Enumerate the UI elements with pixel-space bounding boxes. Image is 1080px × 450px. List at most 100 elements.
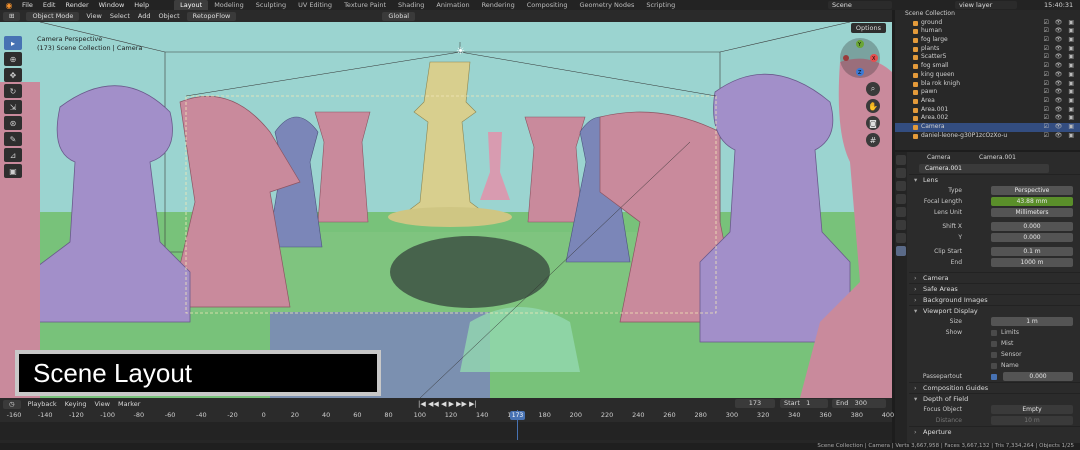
shift-x-field[interactable]: 0.000 — [991, 222, 1073, 231]
aperture-section[interactable]: › Aperture — [909, 426, 1080, 437]
viewport-display-section[interactable]: ▾ Viewport Display — [909, 305, 1080, 316]
lens-type-dropdown[interactable]: Perspective — [991, 186, 1073, 195]
scene-collection-header[interactable]: Scene Collection — [895, 10, 1080, 19]
world-tab-icon[interactable] — [896, 207, 906, 217]
visibility-toggle-icons[interactable]: ☑ 👁 ▣ — [1044, 19, 1076, 28]
background-images-section[interactable]: › Background Images — [909, 294, 1080, 305]
focus-object-field[interactable]: Empty — [991, 405, 1073, 414]
tab-animation[interactable]: Animation — [430, 0, 475, 10]
navigation-gizmo[interactable]: Y X Z — [838, 36, 882, 80]
constraints-tab-icon[interactable] — [896, 233, 906, 243]
lens-unit-dropdown[interactable]: Millimeters — [991, 208, 1073, 217]
visibility-toggle-icons[interactable]: ☑ 👁 ▣ — [1044, 36, 1076, 45]
ortho-grid-icon[interactable]: # — [866, 133, 880, 147]
camera-datablock-field[interactable]: Camera.001 — [919, 164, 1049, 173]
blender-logo-icon[interactable]: ◉ — [4, 1, 14, 10]
visibility-toggle-icons[interactable]: ☑ 👁 ▣ — [1044, 53, 1076, 62]
outliner-item[interactable]: fog large ☑ 👁 ▣ — [895, 36, 1080, 45]
transform-orientation-dropdown[interactable]: Global — [382, 11, 416, 21]
scene-tab-icon[interactable] — [896, 194, 906, 204]
cursor-tool-icon[interactable]: ⊕ — [4, 52, 22, 66]
camera-section[interactable]: › Camera — [909, 272, 1080, 283]
tab-texture-paint[interactable]: Texture Paint — [338, 0, 392, 10]
outliner-item[interactable]: Camera ☑ 👁 ▣ — [895, 122, 1080, 132]
annotate-tool-icon[interactable]: ✎ — [4, 132, 22, 146]
limits-checkbox[interactable] — [991, 330, 997, 336]
tab-shading[interactable]: Shading — [392, 0, 430, 10]
scale-tool-icon[interactable]: ⇲ — [4, 100, 22, 114]
tab-modeling[interactable]: Modeling — [208, 0, 250, 10]
outliner-item[interactable]: bla rok knigh ☑ 👁 ▣ — [895, 80, 1080, 89]
object-mode-dropdown[interactable]: Object Mode — [26, 11, 80, 21]
name-checkbox[interactable] — [991, 363, 997, 369]
tab-uv-editing[interactable]: UV Editing — [292, 0, 338, 10]
select-menu[interactable]: Select — [106, 12, 134, 20]
mist-checkbox[interactable] — [991, 341, 997, 347]
visibility-toggle-icons[interactable]: ☑ 👁 ▣ — [1044, 62, 1076, 71]
timeline-ruler[interactable]: -160 -140 -120 -100 -80 -60 -40 -20 0 20 40 60 80 100… — [0, 410, 894, 422]
outliner-item[interactable]: human ☑ 👁 ▣ — [895, 27, 1080, 36]
outliner-item[interactable]: Area ☑ 👁 ▣ — [895, 97, 1080, 106]
visibility-toggle-icons[interactable]: ☑ 👁 ▣ — [1044, 80, 1076, 89]
visibility-toggle-icons[interactable]: ☑ 👁 ▣ — [1044, 132, 1076, 141]
scene-selector[interactable]: Scene — [828, 1, 892, 9]
clip-start-field[interactable]: 0.1 m — [991, 247, 1073, 256]
rotate-tool-icon[interactable]: ↻ — [4, 84, 22, 98]
composition-guides-section[interactable]: › Composition Guides — [909, 382, 1080, 393]
visibility-toggle-icons[interactable]: ☑ 👁 ▣ — [1044, 106, 1076, 115]
outliner-item[interactable]: Area.002 ☑ 👁 ▣ — [895, 114, 1080, 123]
menu-file[interactable]: File — [17, 1, 38, 9]
menu-help[interactable]: Help — [129, 1, 154, 9]
visibility-toggle-icons[interactable]: ☑ 👁 ▣ — [1044, 27, 1076, 36]
view-menu[interactable]: View — [82, 12, 105, 20]
pan-hand-icon[interactable]: ✋ — [866, 99, 880, 113]
add-cube-tool-icon[interactable]: ▣ — [4, 164, 22, 178]
object-tab-icon[interactable] — [896, 220, 906, 230]
passepartout-field[interactable]: 0.000 — [1003, 372, 1073, 381]
clip-end-field[interactable]: 1000 m — [991, 258, 1073, 267]
outliner-item[interactable]: plants ☑ 👁 ▣ — [895, 45, 1080, 54]
outliner-item[interactable]: Area.001 ☑ 👁 ▣ — [895, 106, 1080, 115]
tab-rendering[interactable]: Rendering — [476, 0, 521, 10]
visibility-toggle-icons[interactable]: ☑ 👁 ▣ — [1044, 97, 1076, 106]
outliner-item[interactable]: fog small ☑ 👁 ▣ — [895, 62, 1080, 71]
end-frame-field[interactable]: End 300 — [832, 399, 886, 408]
transform-tool-icon[interactable]: ⊛ — [4, 116, 22, 130]
timeline-editor-icon[interactable]: ◷ — [3, 399, 21, 409]
current-frame-field[interactable]: 173 — [735, 399, 775, 408]
object-menu[interactable]: Object — [155, 12, 184, 20]
menu-render[interactable]: Render — [60, 1, 93, 9]
distance-field[interactable]: 10 m — [991, 416, 1073, 425]
view-layer-selector[interactable]: view layer — [955, 1, 1017, 9]
output-tab-icon[interactable] — [896, 181, 906, 191]
visibility-toggle-icons[interactable]: ☑ 👁 ▣ — [1044, 71, 1076, 80]
lens-section[interactable]: ▾ Lens — [909, 174, 1080, 185]
add-menu[interactable]: Add — [134, 12, 155, 20]
zoom-icon[interactable]: ⌕ — [866, 82, 880, 96]
render-tab-icon[interactable] — [896, 168, 906, 178]
outliner-item[interactable]: daniel-leone-g30P1zcOzXo-u ☑ 👁 ▣ — [895, 132, 1080, 141]
visibility-toggle-icons[interactable]: ☑ 👁 ▣ — [1044, 123, 1076, 132]
tab-sculpting[interactable]: Sculpting — [250, 0, 292, 10]
focal-length-field[interactable]: 43.88 mm — [991, 197, 1073, 206]
depth-of-field-section[interactable]: ▾ Depth of Field — [909, 393, 1080, 404]
menu-window[interactable]: Window — [94, 1, 130, 9]
camera-view-icon[interactable]: ◙ — [866, 116, 880, 130]
playback-controls[interactable]: |◀ ◀◀ ◀ ▶ ▶▶ ▶| — [418, 400, 477, 408]
marker-menu[interactable]: Marker — [114, 400, 144, 408]
start-frame-field[interactable]: Start 1 — [780, 399, 828, 408]
outliner-item[interactable]: pawn ☑ 👁 ▣ — [895, 88, 1080, 97]
safe-areas-section[interactable]: › Safe Areas — [909, 283, 1080, 294]
menu-edit[interactable]: Edit — [38, 1, 61, 9]
outliner-item[interactable]: king queen ☑ 👁 ▣ — [895, 71, 1080, 80]
editor-type-icon[interactable]: ⊞ — [3, 11, 21, 21]
visibility-toggle-icons[interactable]: ☑ 👁 ▣ — [1044, 88, 1076, 97]
tab-compositing[interactable]: Compositing — [521, 0, 574, 10]
shift-y-field[interactable]: 0.000 — [991, 233, 1073, 242]
visibility-toggle-icons[interactable]: ☑ 👁 ▣ — [1044, 45, 1076, 54]
timeline-track[interactable]: 173 — [0, 410, 892, 440]
tool-tab-icon[interactable] — [896, 155, 906, 165]
select-box-tool-icon[interactable]: ▸ — [4, 36, 22, 50]
sensor-checkbox[interactable] — [991, 352, 997, 358]
keying-menu[interactable]: Keying — [61, 400, 91, 408]
